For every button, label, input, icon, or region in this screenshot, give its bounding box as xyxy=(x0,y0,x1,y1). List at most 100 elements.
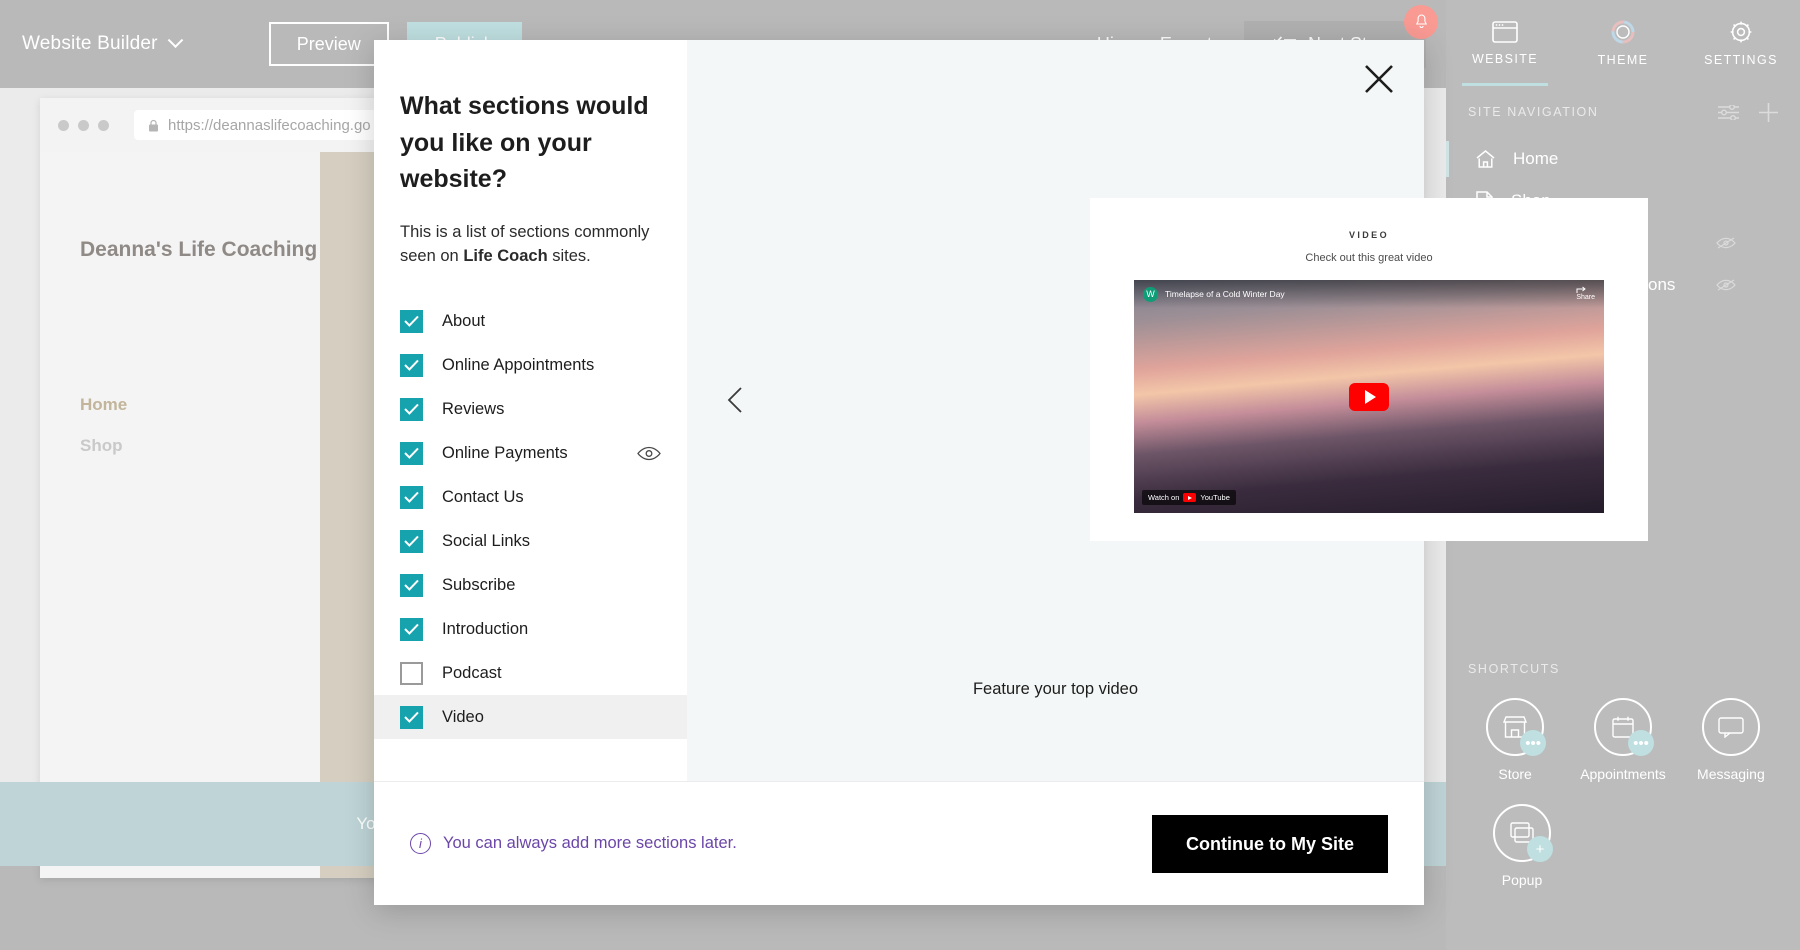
section-row-social-links[interactable]: Social Links xyxy=(374,519,687,563)
shortcut-appointments[interactable]: ••• Appointments xyxy=(1580,698,1666,782)
modal-footer: i You can always add more sections later… xyxy=(374,781,1424,905)
sections-modal: What sections would you like on your web… xyxy=(374,40,1424,905)
tab-website[interactable]: WEBSITE xyxy=(1446,0,1564,86)
checkbox-introduction[interactable] xyxy=(400,618,423,641)
section-label-subscribe: Subscribe xyxy=(442,576,515,595)
eye-glyph xyxy=(637,446,661,461)
calendar-icon: ••• xyxy=(1594,698,1652,756)
preview-caption: Feature your top video xyxy=(687,680,1424,699)
shortcuts-row-2: + Popup xyxy=(1446,782,1800,888)
preview-kicker: VIDEO xyxy=(1090,230,1648,240)
check-icon xyxy=(404,315,419,327)
window-dot xyxy=(98,120,109,131)
section-label-reviews: Reviews xyxy=(442,400,504,419)
reorder-icon[interactable] xyxy=(1718,105,1739,120)
checkbox-podcast[interactable] xyxy=(400,662,423,685)
tab-theme[interactable]: THEME xyxy=(1564,0,1682,86)
footer-note: i You can always add more sections later… xyxy=(410,833,737,854)
site-sidebar: Deanna's Life Coaching Home Shop xyxy=(40,152,320,878)
modal-title: What sections would you like on your web… xyxy=(400,88,661,198)
site-logo: Deanna's Life Coaching xyxy=(80,236,317,264)
bell-icon[interactable] xyxy=(1404,5,1438,39)
tab-settings[interactable]: SETTINGS xyxy=(1682,0,1800,86)
window-dot xyxy=(78,120,89,131)
section-label-about: About xyxy=(442,312,485,331)
section-preview-card: VIDEO Check out this great video W Timel… xyxy=(1090,198,1648,541)
shortcut-store[interactable]: ••• Store xyxy=(1476,698,1554,782)
section-row-reviews[interactable]: Reviews xyxy=(374,387,687,431)
section-row-video[interactable]: Video xyxy=(374,695,687,739)
video-title: Timelapse of a Cold Winter Day xyxy=(1165,289,1285,299)
lock-icon xyxy=(148,119,159,132)
preview-button[interactable]: Preview xyxy=(269,22,389,66)
check-icon xyxy=(404,535,419,547)
section-row-online-appointments[interactable]: Online Appointments xyxy=(374,343,687,387)
shortcut-messaging[interactable]: Messaging xyxy=(1692,698,1770,782)
share-button[interactable]: Share xyxy=(1576,286,1595,303)
shortcut-popup[interactable]: + Popup xyxy=(1476,804,1568,888)
play-triangle-icon xyxy=(1365,390,1376,404)
check-icon xyxy=(404,403,419,415)
rail-tabs: WEBSITE THEME SETTINGS xyxy=(1446,0,1800,86)
appointments-badge: ••• xyxy=(1628,730,1654,756)
sections-checkbox-list: About Online Appointments Reviews xyxy=(374,299,687,739)
hidden-page-eye-icon[interactable] xyxy=(1716,279,1736,291)
home-icon xyxy=(1476,150,1495,168)
check-icon xyxy=(404,623,419,635)
modal-main: What sections would you like on your web… xyxy=(374,40,1424,781)
section-row-contact-us[interactable]: Contact Us xyxy=(374,475,687,519)
preview-eye-icon[interactable] xyxy=(637,446,661,461)
tab-website-label: WEBSITE xyxy=(1472,52,1538,66)
tab-theme-label: THEME xyxy=(1598,53,1649,67)
footer-note-text: You can always add more sections later. xyxy=(443,834,737,853)
checkbox-video[interactable] xyxy=(400,706,423,729)
site-nav-item-home[interactable]: Home xyxy=(80,395,127,415)
check-icon xyxy=(404,359,419,371)
modal-heading-block: What sections would you like on your web… xyxy=(374,88,687,269)
brand-label: Website Builder xyxy=(22,33,158,55)
store-icon: ••• xyxy=(1486,698,1544,756)
window-dot xyxy=(58,120,69,131)
chevron-down-icon xyxy=(167,32,183,48)
sidebar-item-home[interactable]: Home xyxy=(1446,138,1800,180)
section-label-online-payments: Online Payments xyxy=(442,444,568,463)
chat-icon xyxy=(1702,698,1760,756)
bell-glyph xyxy=(1414,14,1429,30)
section-row-about[interactable]: About xyxy=(374,299,687,343)
popup-badge: + xyxy=(1527,836,1553,862)
store-badge: ••• xyxy=(1520,730,1546,756)
checkbox-reviews[interactable] xyxy=(400,398,423,421)
hidden-page-eye-icon[interactable] xyxy=(1716,237,1736,249)
share-icon xyxy=(1576,286,1586,294)
info-icon: i xyxy=(410,833,431,854)
section-row-introduction[interactable]: Introduction xyxy=(374,607,687,651)
video-thumbnail[interactable]: W Timelapse of a Cold Winter Day Share xyxy=(1134,280,1604,513)
site-navigation-title: SITE NAVIGATION xyxy=(1468,105,1599,119)
modal-subtitle-vertical: Life Coach xyxy=(463,247,547,265)
plus-icon[interactable] xyxy=(1759,103,1778,122)
continue-to-my-site-button[interactable]: Continue to My Site xyxy=(1152,815,1388,873)
section-row-podcast[interactable]: Podcast xyxy=(374,651,687,695)
checkbox-social-links[interactable] xyxy=(400,530,423,553)
checkbox-about[interactable] xyxy=(400,310,423,333)
checkbox-contact-us[interactable] xyxy=(400,486,423,509)
checkbox-online-payments[interactable] xyxy=(400,442,423,465)
modal-preview-panel: VIDEO Check out this great video W Timel… xyxy=(687,40,1424,781)
section-row-online-payments[interactable]: Online Payments xyxy=(374,431,687,475)
site-navigation-actions xyxy=(1718,103,1778,122)
play-button[interactable] xyxy=(1349,383,1389,411)
chat-glyph xyxy=(1718,716,1744,738)
video-top-overlay: W Timelapse of a Cold Winter Day Share xyxy=(1134,280,1604,308)
browser-window-icon xyxy=(1492,21,1518,43)
section-label-video: Video xyxy=(442,708,484,727)
checkbox-subscribe[interactable] xyxy=(400,574,423,597)
site-nav-item-shop[interactable]: Shop xyxy=(80,436,127,456)
brand-menu[interactable]: Website Builder xyxy=(22,33,181,55)
gear-icon xyxy=(1729,20,1753,44)
popup-icon: + xyxy=(1493,804,1551,862)
color-wheel-icon xyxy=(1611,20,1635,44)
chevron-left-icon[interactable] xyxy=(723,386,751,414)
checkbox-online-appointments[interactable] xyxy=(400,354,423,377)
watch-on-youtube-badge[interactable]: Watch on YouTube xyxy=(1142,490,1236,505)
section-row-subscribe[interactable]: Subscribe xyxy=(374,563,687,607)
